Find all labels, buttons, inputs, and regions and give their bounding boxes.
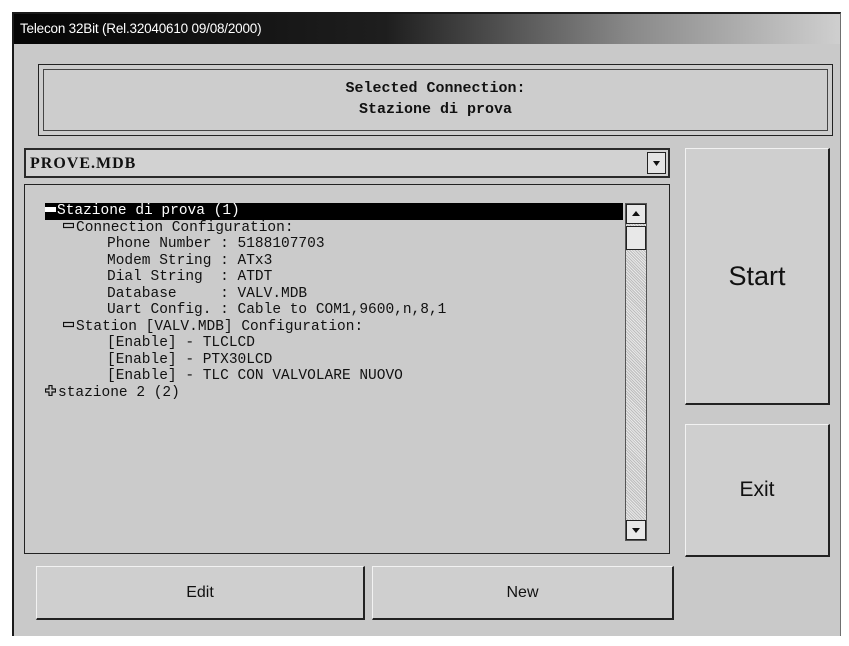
chevron-down-icon bbox=[653, 161, 660, 166]
tree-item-label: Station [VALV.MDB] Configuration: bbox=[76, 318, 364, 335]
scroll-down-button[interactable] bbox=[626, 520, 646, 540]
collapse-icon[interactable] bbox=[62, 220, 75, 231]
start-button[interactable]: Start bbox=[685, 148, 830, 405]
edit-button[interactable]: Edit bbox=[36, 566, 365, 620]
expand-icon[interactable] bbox=[45, 385, 57, 397]
tree-item[interactable]: Connection Configuration: bbox=[45, 220, 630, 237]
tree-item-label: Connection Configuration: bbox=[76, 219, 294, 236]
tree-item-label: [Enable] - TLC CON VALVOLARE NUOVO bbox=[107, 368, 403, 384]
scroll-up-button[interactable] bbox=[626, 204, 646, 224]
tree-item[interactable]: Modem String : ATx3 bbox=[45, 253, 630, 270]
selected-connection-panel: Selected Connection: Stazione di prova bbox=[38, 64, 833, 136]
tree-item-label: Phone Number : 5188107703 bbox=[107, 236, 325, 252]
title-bar[interactable]: Telecon 32Bit (Rel.32040610 09/08/2000) bbox=[14, 14, 840, 44]
selected-connection-label: Selected Connection: bbox=[345, 80, 526, 97]
tree-item-label: [Enable] - TLCLCD bbox=[107, 335, 255, 351]
collapse-icon[interactable] bbox=[45, 206, 56, 212]
tree-item[interactable]: Phone Number : 5188107703 bbox=[45, 236, 630, 253]
tree-item[interactable]: Stazione di prova (1) bbox=[45, 203, 623, 220]
selected-connection-name: Stazione di prova bbox=[358, 101, 513, 118]
tree-item-label: [Enable] - PTX30LCD bbox=[107, 351, 273, 368]
tree-item-label: Stazione di prova (1) bbox=[57, 203, 240, 219]
connection-tree-panel: Stazione di prova (1) Connection Configur… bbox=[24, 184, 670, 554]
vertical-scrollbar[interactable] bbox=[625, 203, 647, 541]
tree-item-label: Modem String : ATx3 bbox=[107, 252, 273, 269]
tree-item[interactable]: stazione 2 (2) bbox=[45, 385, 630, 402]
arrow-down-icon bbox=[632, 528, 640, 533]
tree-item[interactable]: Uart Config. : Cable to COM1,9600,n,8,1 bbox=[45, 302, 630, 319]
tree-item-label: Dial String : ATDT bbox=[107, 269, 273, 285]
selected-connection-frame: Selected Connection: Stazione di prova bbox=[43, 69, 828, 131]
window-title: Telecon 32Bit (Rel.32040610 09/08/2000) bbox=[20, 21, 262, 36]
arrow-up-icon bbox=[632, 211, 640, 216]
connection-tree[interactable]: Stazione di prova (1) Connection Configur… bbox=[45, 203, 630, 541]
database-dropdown-value: PROVE.MDB bbox=[30, 155, 137, 172]
tree-item-label: Database : VALV.MDB bbox=[107, 285, 308, 302]
tree-item[interactable]: [Enable] - TLC CON VALVOLARE NUOVO bbox=[45, 368, 630, 385]
new-button[interactable]: New bbox=[372, 566, 674, 620]
selected-connection-text: Selected Connection: Stazione di prova bbox=[44, 78, 827, 120]
tree-item[interactable]: Database : VALV.MDB bbox=[45, 286, 630, 303]
database-dropdown[interactable]: PROVE.MDB bbox=[24, 148, 670, 178]
collapse-icon[interactable] bbox=[62, 319, 75, 330]
exit-button[interactable]: Exit bbox=[685, 424, 830, 557]
scroll-thumb[interactable] bbox=[626, 226, 646, 250]
tree-item[interactable]: [Enable] - TLCLCD bbox=[45, 335, 630, 352]
tree-item-label: Uart Config. : Cable to COM1,9600,n,8,1 bbox=[107, 302, 447, 318]
tree-item-label: stazione 2 (2) bbox=[58, 384, 180, 401]
tree-item[interactable]: [Enable] - PTX30LCD bbox=[45, 352, 630, 369]
tree-item[interactable]: Station [VALV.MDB] Configuration: bbox=[45, 319, 630, 336]
dropdown-arrow-button[interactable] bbox=[647, 152, 666, 174]
tree-item[interactable]: Dial String : ATDT bbox=[45, 269, 630, 286]
